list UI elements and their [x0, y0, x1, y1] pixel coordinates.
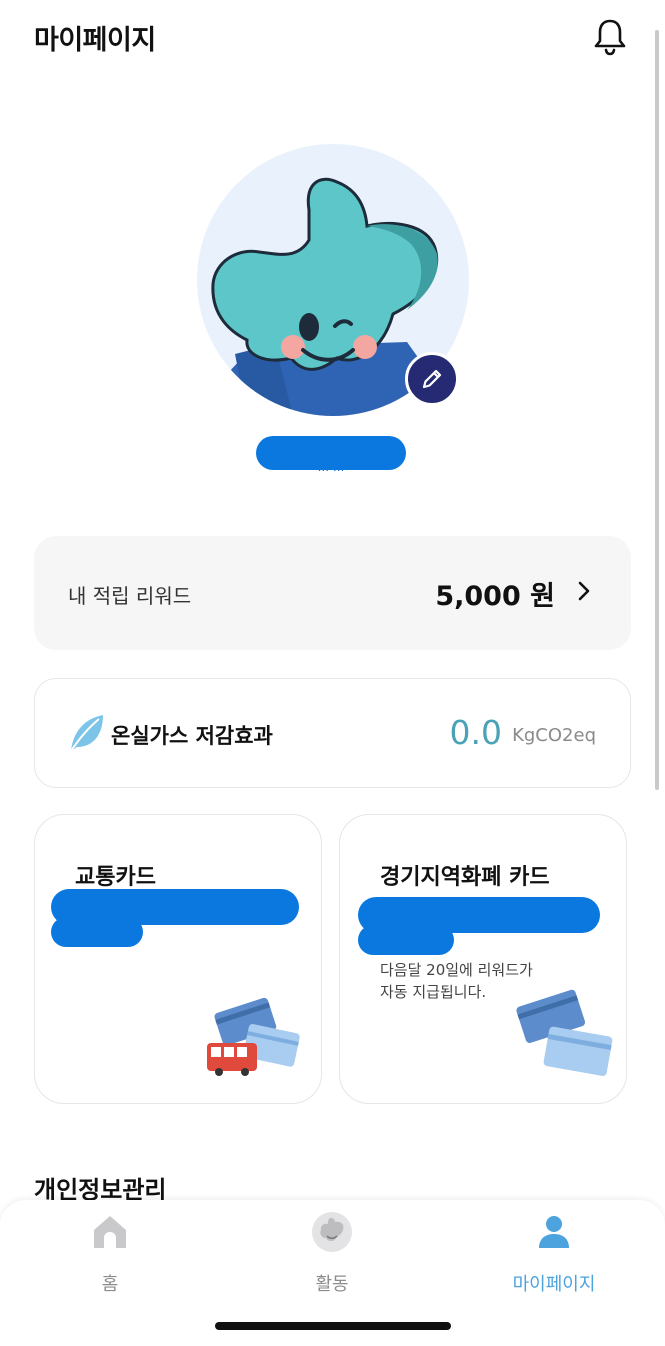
home-icon	[94, 1216, 126, 1248]
transit-card[interactable]: 교통카드	[34, 814, 322, 1104]
header: 마이페이지	[0, 0, 665, 80]
card-illustration	[516, 989, 613, 1076]
scrollbar[interactable]	[655, 30, 659, 790]
tab-mypage-label: 마이페이지	[512, 1274, 596, 1295]
nickname-redaction	[256, 436, 406, 470]
transit-card-redaction	[51, 917, 143, 947]
reward-card[interactable]: 내 적립 리워드 5,000 원	[34, 536, 631, 650]
local-currency-card-redaction	[358, 925, 454, 955]
page-title: 마이페이지	[34, 25, 156, 56]
reward-amount: 5,000 원	[435, 581, 555, 612]
ghg-label: 온실가스 저감효과	[111, 724, 273, 748]
home-indicator	[215, 1322, 451, 1330]
ghg-unit: KgCO2eq	[512, 725, 596, 746]
person-icon	[539, 1216, 569, 1248]
local-currency-card-title: 경기지역화폐 카드	[380, 865, 550, 890]
tab-home[interactable]: 홈	[30, 1212, 190, 1295]
tab-activity[interactable]: 활동	[252, 1212, 412, 1295]
reward-payment-note-line: 자동 지급됩니다.	[380, 983, 487, 1001]
ghg-reduction-card: 온실가스 저감효과 0.0 KgCO2eq	[34, 678, 631, 788]
leaf-icon	[70, 715, 103, 752]
transit-card-title: 교통카드	[75, 865, 156, 890]
edit-profile-button[interactable]	[405, 352, 459, 406]
activity-mascot-icon	[312, 1212, 352, 1252]
reward-payment-note: 다음달 20일에 리워드가 자동 지급됩니다.	[380, 959, 533, 1003]
card-bus-illustration	[207, 997, 300, 1076]
tab-home-label: 홈	[101, 1274, 119, 1295]
pencil-icon	[422, 369, 442, 389]
bell-icon[interactable]	[588, 15, 632, 59]
ghg-value: 0.0	[449, 713, 502, 752]
tab-activity-label: 활동	[315, 1274, 349, 1295]
reward-label: 내 적립 리워드	[68, 584, 192, 608]
tab-mypage[interactable]: 마이페이지	[474, 1212, 634, 1295]
reward-payment-note-line: 다음달 20일에 리워드가	[380, 961, 533, 979]
local-currency-card[interactable]: 경기지역화폐 카드 다음달 20일에 리워드가 자동 지급됩니다.	[339, 814, 627, 1104]
chevron-right-icon	[578, 581, 590, 601]
